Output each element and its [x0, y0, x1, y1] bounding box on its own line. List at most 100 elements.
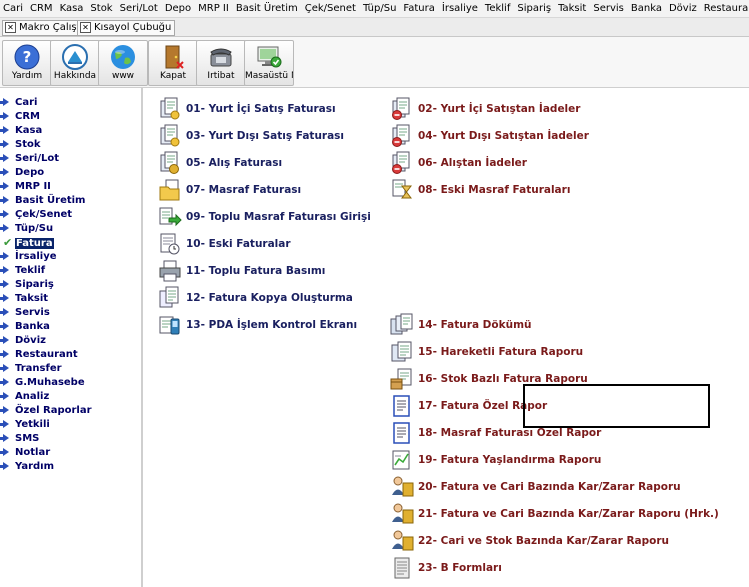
menu-banka[interactable]: Banka [628, 0, 662, 17]
sidebar-item-cari[interactable]: Cari [0, 96, 37, 110]
report-icon [391, 341, 412, 362]
menu-siparis[interactable]: Sipariş [514, 0, 551, 17]
menu-doviz[interactable]: Döviz [666, 0, 697, 17]
sidebar-item-ozel-raporlar[interactable]: Özel Raporlar [0, 404, 92, 418]
about-button[interactable]: Hakkında [50, 40, 100, 86]
sidebar-item-analiz[interactable]: Analiz [0, 390, 49, 404]
module-sidebar: Cari CRM Kasa Stok Seri/Lot Depo MRP II … [0, 88, 143, 587]
expense-folder-icon [159, 179, 180, 201]
arrow-right-icon [0, 420, 9, 428]
profit-report-icon [392, 530, 414, 551]
arrow-right-icon [0, 462, 9, 470]
form-stack-icon [394, 557, 410, 579]
sidebar-item-taksit[interactable]: Taksit [0, 292, 48, 306]
arrow-right-icon [0, 378, 9, 386]
sidebar-item-irsaliye[interactable]: İrsaliye [0, 250, 57, 264]
close-icon[interactable]: ✕ [80, 21, 91, 33]
arrow-right-icon [0, 196, 9, 204]
sidebar-item-tup-su[interactable]: Tüp/Su [0, 222, 53, 236]
sidebar-item-restaurant[interactable]: Restaurant [0, 348, 78, 362]
contact-button[interactable]: İrtibat [196, 40, 246, 86]
aging-report-icon [392, 450, 410, 470]
sidebar-item-g-muhasebe[interactable]: G.Muhasebe [0, 376, 85, 390]
menu-kasa[interactable]: Kasa [57, 0, 84, 17]
sidebar-item-yetkili[interactable]: Yetkili [0, 418, 50, 432]
sidebar-item-crm[interactable]: CRM [0, 110, 40, 124]
close-app-button[interactable]: Kapat [148, 40, 198, 86]
sidebar-item-notlar[interactable]: Notlar [0, 446, 50, 460]
menu-crm[interactable]: CRM [27, 0, 53, 17]
door-exit-icon [165, 45, 184, 69]
sidebar-item-servis[interactable]: Servis [0, 306, 50, 320]
toolbar: ? Yardım Hakkında www Kapat İrtibat Masa… [0, 37, 749, 88]
globe-icon [111, 45, 135, 69]
invoice-icon [160, 124, 180, 147]
sidebar-item-transfer[interactable]: Transfer [0, 362, 62, 376]
svg-text:?: ? [23, 48, 32, 66]
arrow-right-icon [0, 266, 9, 274]
sidebar-item-seri-lot[interactable]: Seri/Lot [0, 152, 59, 166]
custom-report-icon [393, 395, 410, 417]
arrow-right-icon [0, 182, 9, 190]
menu-servis[interactable]: Servis [590, 0, 624, 17]
sidebar-item-depo[interactable]: Depo [0, 166, 44, 180]
checkmark-icon: ✔ [3, 236, 13, 249]
invoice-icon [160, 97, 180, 120]
sidebar-item-cek-senet[interactable]: Çek/Senet [0, 208, 72, 222]
sidebar-item-mrp[interactable]: MRP II [0, 180, 51, 194]
tab-kisayol-cubugu[interactable]: ✕ Kısayol Çubuğu [77, 20, 176, 36]
arrow-right-icon [0, 448, 9, 456]
sidebar-item-basit-uretim[interactable]: Basit Üretim [0, 194, 85, 208]
invoice-list-icon [390, 313, 413, 335]
menu-cek-senet[interactable]: Çek/Senet [302, 0, 356, 17]
arrow-right-icon [0, 112, 9, 120]
hourglass-icon [392, 179, 412, 199]
expense-report-icon [393, 422, 410, 444]
help-button[interactable]: ? Yardım [2, 40, 52, 86]
desktop-button[interactable]: Masaüstü M [244, 40, 294, 86]
menu-seri-lot[interactable]: Seri/Lot [117, 0, 158, 17]
sidebar-item-kasa[interactable]: Kasa [0, 124, 42, 138]
desktop-icon [257, 46, 282, 68]
arrow-right-icon [0, 308, 9, 316]
sidebar-item-teklif[interactable]: Teklif [0, 264, 45, 278]
phone-icon [210, 48, 232, 67]
sidebar-item-banka[interactable]: Banka [0, 320, 50, 334]
arrow-right-icon [0, 168, 9, 176]
menu-fatura[interactable]: Fatura [400, 0, 434, 17]
arrow-right-icon [0, 224, 9, 232]
arrow-right-icon [0, 280, 9, 288]
sidebar-item-yardim[interactable]: Yardım [0, 460, 54, 474]
menu-depo[interactable]: Depo [162, 0, 191, 17]
menu-mrp[interactable]: MRP II [195, 0, 229, 17]
menu-irsaliye[interactable]: İrsaliye [439, 0, 478, 17]
arrow-right-icon [0, 350, 9, 358]
arrow-right-icon [0, 322, 9, 330]
www-button[interactable]: www [98, 40, 148, 86]
arrow-right-icon [0, 252, 9, 260]
menu-taksit[interactable]: Taksit [555, 0, 586, 17]
arrow-right-icon [0, 406, 9, 414]
arrow-right-icon [0, 434, 9, 442]
purchase-invoice-icon [160, 151, 179, 174]
bulk-entry-icon [159, 207, 182, 227]
sidebar-item-siparis[interactable]: Sipariş [0, 278, 54, 292]
help-icon: ? [14, 44, 40, 70]
sidebar-item-fatura[interactable]: ✔ Fatura [3, 236, 54, 250]
copy-document-icon [159, 286, 179, 308]
menu-restaurant[interactable]: Restaurant [701, 0, 749, 17]
sidebar-item-stok[interactable]: Stok [0, 138, 41, 152]
menu-tup-su[interactable]: Tüp/Su [360, 0, 396, 17]
quick-tab-bar: ✕ Makro Çalıştır ✕ Kısayol Çubuğu [0, 18, 749, 37]
close-icon[interactable]: ✕ [5, 21, 16, 33]
sidebar-item-sms[interactable]: SMS [0, 432, 39, 446]
arrow-right-icon [0, 98, 9, 106]
pda-icon [159, 316, 180, 335]
stock-report-icon [390, 368, 412, 390]
menu-stok[interactable]: Stok [87, 0, 112, 17]
menu-cari[interactable]: Cari [0, 0, 23, 17]
sidebar-item-doviz[interactable]: Döviz [0, 334, 46, 348]
menu-basit-uretim[interactable]: Basit Üretim [233, 0, 298, 17]
menu-teklif[interactable]: Teklif [482, 0, 510, 17]
arrow-right-icon [0, 336, 9, 344]
